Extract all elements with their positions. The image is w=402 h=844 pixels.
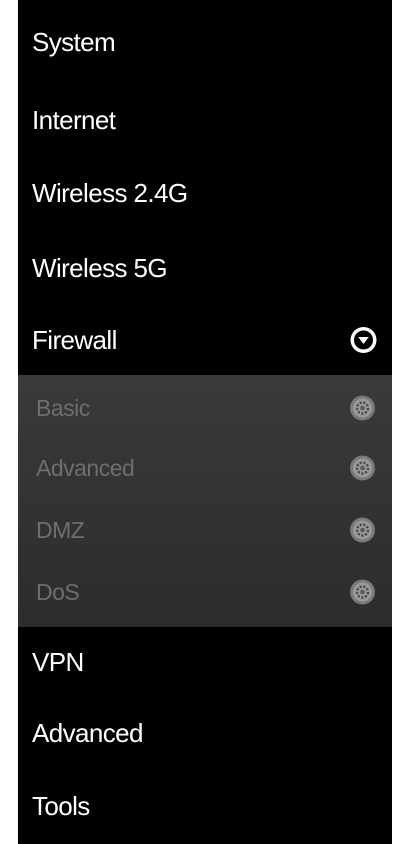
- menu-item-label: Advanced: [32, 717, 143, 748]
- submenu-item-label: Advanced: [36, 454, 135, 481]
- submenu-item-advanced[interactable]: Advanced: [18, 438, 392, 498]
- gear-icon[interactable]: [349, 517, 376, 544]
- navigation-menu: System Internet Wireless 2.4G Wireless 5…: [18, 0, 392, 844]
- menu-item-wireless-5g[interactable]: Wireless 5G: [18, 231, 392, 305]
- firewall-submenu: Basic Advanced DMZ DoS: [18, 375, 392, 627]
- menu-item-label: Firewall: [32, 324, 117, 355]
- gear-icon[interactable]: [349, 455, 376, 482]
- submenu-item-label: DoS: [36, 578, 80, 605]
- menu-item-label: Tools: [32, 791, 90, 821]
- menu-item-label: VPN: [32, 646, 84, 677]
- menu-item-internet[interactable]: Internet: [18, 84, 392, 156]
- submenu-item-basic[interactable]: Basic: [18, 378, 392, 438]
- menu-item-label: Wireless 2.4G: [32, 178, 188, 208]
- menu-item-vpn[interactable]: VPN: [18, 627, 392, 697]
- submenu-item-label: DMZ: [36, 516, 85, 543]
- menu-item-wireless-24g[interactable]: Wireless 2.4G: [18, 156, 392, 231]
- menu-item-label: System: [32, 26, 116, 57]
- submenu-item-label: Basic: [36, 394, 90, 421]
- chevron-down-circle-icon[interactable]: [349, 326, 378, 355]
- submenu-item-dos[interactable]: DoS: [18, 562, 392, 622]
- menu-item-label: Internet: [32, 104, 116, 135]
- menu-item-system[interactable]: System: [18, 0, 392, 84]
- submenu-item-dmz[interactable]: DMZ: [18, 500, 392, 560]
- gear-icon[interactable]: [349, 579, 376, 606]
- menu-item-tools[interactable]: Tools: [18, 769, 392, 844]
- gear-icon[interactable]: [349, 395, 376, 422]
- menu-item-firewall[interactable]: Firewall: [18, 305, 392, 375]
- menu-item-label: Wireless 5G: [32, 252, 168, 283]
- menu-item-advanced[interactable]: Advanced: [18, 697, 392, 769]
